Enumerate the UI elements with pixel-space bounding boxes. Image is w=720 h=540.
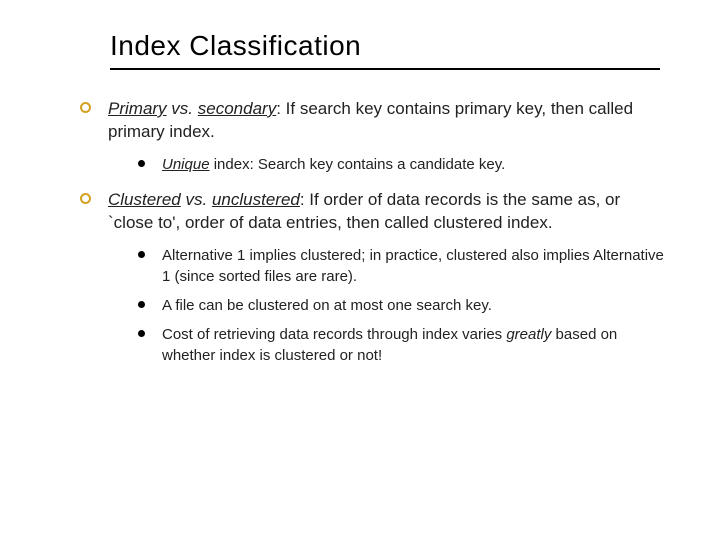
- sub-list: Unique index: Search key contains a cand…: [138, 154, 670, 175]
- list-item: A file can be clustered on at most one s…: [138, 295, 670, 316]
- bullet-text: Primary vs. secondary: If search key con…: [108, 99, 633, 141]
- slide: Index Classification Primary vs. seconda…: [0, 0, 720, 540]
- slide-title: Index Classification: [110, 30, 670, 62]
- sub-list: Alternative 1 implies clustered; in prac…: [138, 245, 670, 366]
- bullet-text: Cost of retrieving data records through …: [162, 326, 617, 364]
- title-rule: [110, 68, 660, 70]
- list-item: Alternative 1 implies clustered; in prac…: [138, 245, 670, 287]
- bullet-text: A file can be clustered on at most one s…: [162, 297, 492, 314]
- bullet-text: Clustered vs. unclustered: If order of d…: [108, 190, 620, 232]
- list-item: Clustered vs. unclustered: If order of d…: [80, 189, 670, 366]
- bullet-list: Primary vs. secondary: If search key con…: [80, 98, 670, 366]
- list-item: Unique index: Search key contains a cand…: [138, 154, 670, 175]
- bullet-text: Alternative 1 implies clustered; in prac…: [162, 247, 664, 285]
- list-item: Cost of retrieving data records through …: [138, 324, 670, 366]
- list-item: Primary vs. secondary: If search key con…: [80, 98, 670, 175]
- bullet-text: Unique index: Search key contains a cand…: [162, 156, 505, 173]
